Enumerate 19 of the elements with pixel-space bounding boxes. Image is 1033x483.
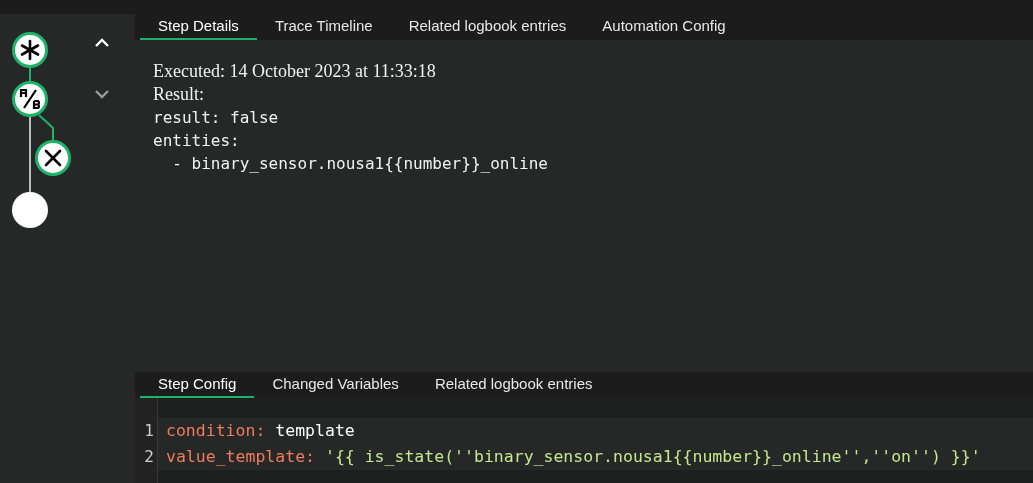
condition-node[interactable] bbox=[12, 81, 48, 117]
tab[interactable]: Changed Variables bbox=[254, 372, 417, 398]
end-node[interactable] bbox=[12, 192, 48, 228]
trigger-node[interactable] bbox=[12, 32, 48, 68]
line-number: 2 bbox=[143, 446, 155, 468]
tab[interactable]: Automation Config bbox=[584, 14, 744, 40]
tab[interactable]: Trace Timeline bbox=[256, 14, 391, 40]
line-number: 1 bbox=[143, 420, 155, 442]
executed-text: Executed: 14 October 2023 at 11:33:18 bbox=[153, 60, 437, 83]
yaml-line: entities: bbox=[153, 130, 241, 152]
tab[interactable]: Step Details bbox=[140, 14, 257, 40]
tab[interactable]: Related logbook entries bbox=[390, 14, 585, 40]
stop-node[interactable] bbox=[35, 140, 71, 176]
yaml-line: - binary_sensor.nousa1{{number}}_online bbox=[171, 153, 549, 175]
yaml-line: result: false bbox=[153, 107, 280, 129]
connector-line bbox=[38, 114, 54, 141]
tab[interactable]: Related logbook entries bbox=[416, 372, 611, 398]
connector-line bbox=[29, 67, 31, 82]
result-label: Result: bbox=[153, 83, 205, 106]
